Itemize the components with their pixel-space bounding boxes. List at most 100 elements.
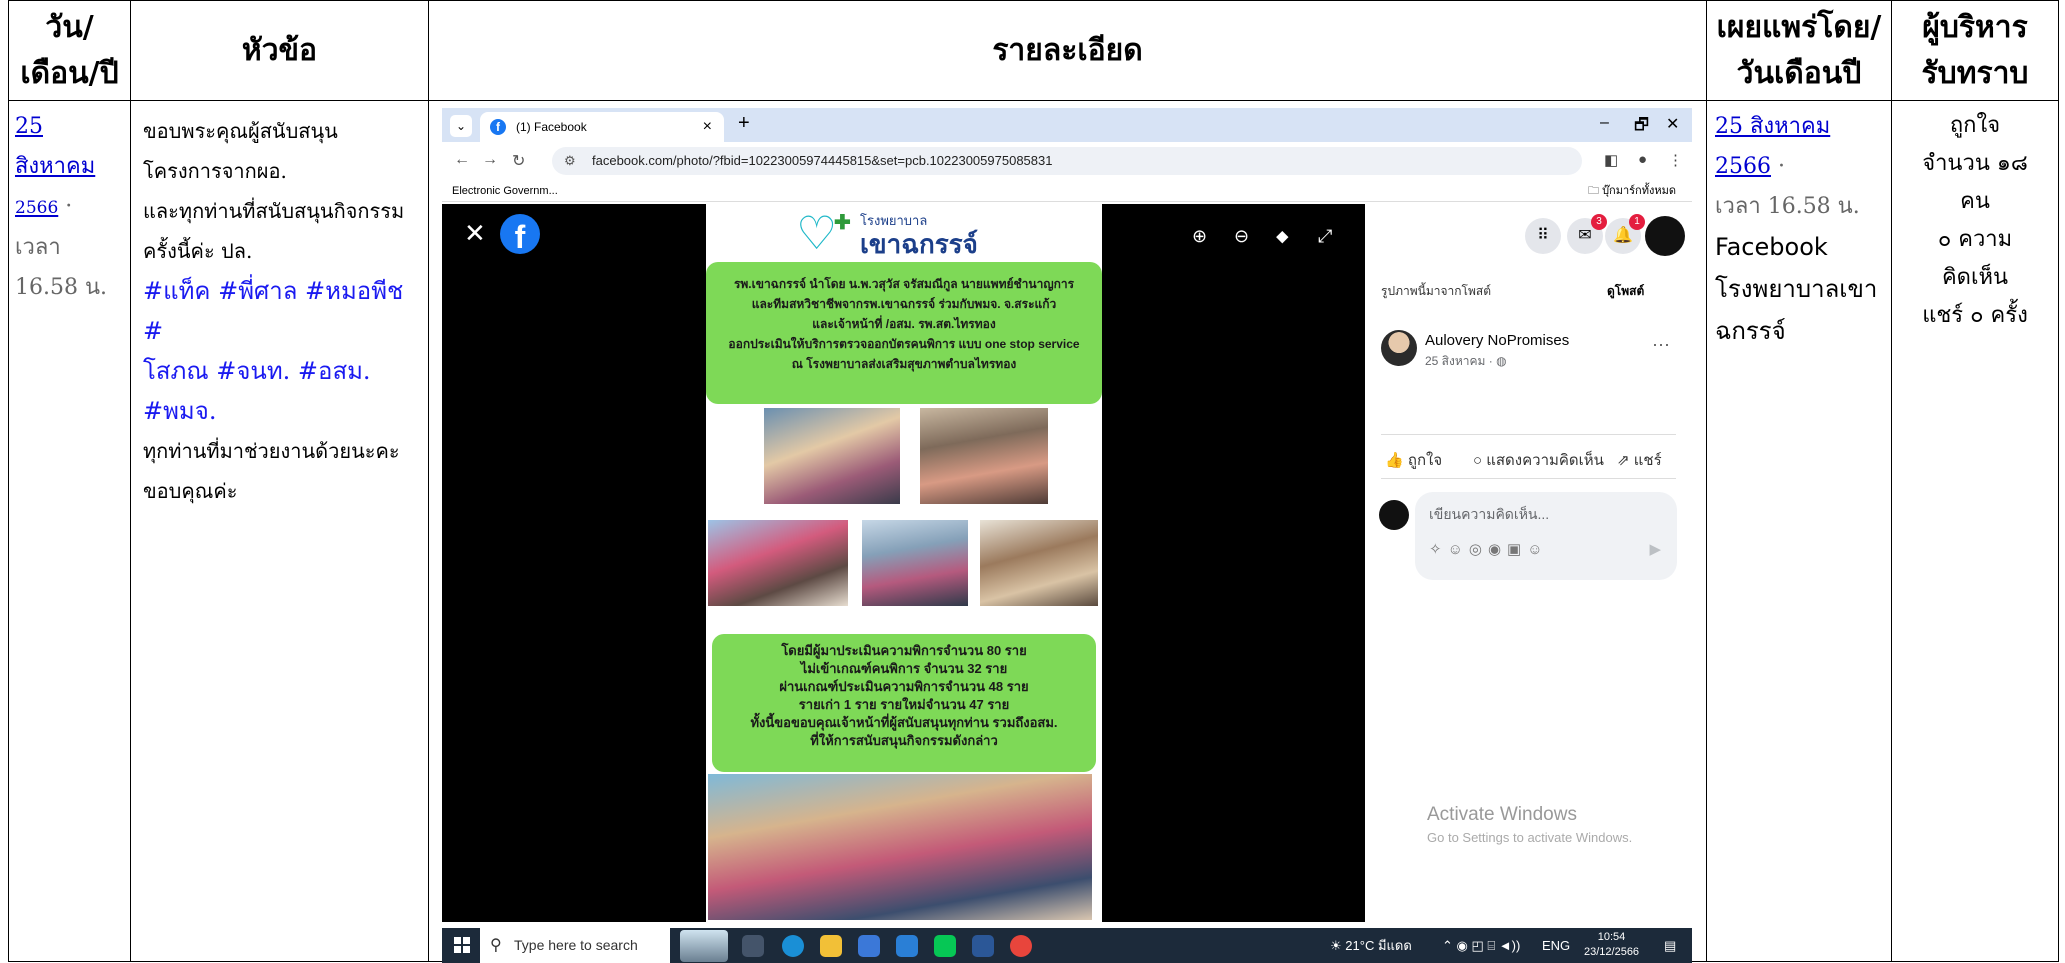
post-date[interactable]: 25 สิงหาคม · ◍ <box>1425 352 1507 371</box>
event-photo <box>762 406 902 506</box>
zoom-in-icon[interactable]: ⊕ <box>1192 226 1207 247</box>
photo-viewer: ✕ f ⊕ ⊖ ⬥ ⤢ ♡ ✚ โรงพยาบาล เขาฉกรรจ์ รพ.เ… <box>442 204 1365 922</box>
url-field[interactable]: ⚙ facebook.com/photo/?fbid=1022300597444… <box>552 147 1582 175</box>
minimize-button[interactable]: – <box>1600 114 1609 132</box>
comment-button[interactable]: ○ แสดงความคิดเห็น <box>1473 448 1604 472</box>
tab-title: (1) Facebook <box>516 120 587 134</box>
acknowledged-cell: ถูกใจ จำนวน ๑๘ คน ๐ ความ คิดเห็น แชร์ ๐ … <box>1891 100 2059 962</box>
apps-grid-icon[interactable]: ⠿ <box>1525 218 1561 254</box>
date-link[interactable]: 25 สิงหาคม 2566 <box>15 114 95 219</box>
emoji-icons[interactable]: ✧☺◎◉▣☺ <box>1429 540 1549 558</box>
zoom-out-icon[interactable]: ⊖ <box>1234 226 1249 247</box>
search-icon: ⚲ <box>490 937 502 954</box>
back-icon[interactable]: ← <box>454 151 470 169</box>
event-photo <box>860 518 970 608</box>
hospital-logo: ♡ ✚ โรงพยาบาล เขาฉกรรจ์ <box>796 207 978 259</box>
forward-icon[interactable]: → <box>482 151 498 169</box>
store-icon[interactable] <box>858 935 880 957</box>
tab-close-icon[interactable]: × <box>703 112 712 142</box>
post-sidebar: ⠿ ✉ 3 🔔 1 รูปภาพนี้มาจากโพสต์ ดูโพสต์ Aulo… <box>1365 204 1692 922</box>
report-table: วัน/เดือน/ปี หัวข้อ รายละเอียด เผยแพร่โด… <box>8 0 2059 963</box>
windows-start-icon[interactable] <box>454 937 470 953</box>
close-icon[interactable]: ✕ <box>464 218 486 249</box>
comment-input[interactable]: เขียนความคิดเห็น... ✧☺◎◉▣☺ ▶ <box>1415 492 1677 580</box>
sidebar-icon[interactable]: ◧ <box>1604 151 1618 169</box>
tag-icon[interactable]: ⬥ <box>1276 226 1289 247</box>
language-indicator[interactable]: ENG <box>1542 928 1570 963</box>
search-highlight-image[interactable] <box>680 930 728 962</box>
published-page: โรงพยาบาลเขา <box>1715 275 1878 303</box>
published-date-link[interactable]: 25 สิงหาคม 2566 <box>1715 114 1830 179</box>
reload-icon[interactable]: ↻ <box>512 151 525 171</box>
close-window-button[interactable]: ✕ <box>1666 114 1679 134</box>
maximize-button[interactable]: 🗗 <box>1634 114 1649 141</box>
weather-widget[interactable]: ☀ 21°C มีแดด <box>1330 928 1412 963</box>
avatar[interactable] <box>1645 216 1685 256</box>
poster-stats-box: โดยมีผู้มาประเมินความพิการจำนวน 80 ราย ไ… <box>712 634 1096 772</box>
line-icon[interactable] <box>934 935 956 957</box>
bookmark-item[interactable]: Electronic Governm... <box>452 180 558 202</box>
mail-icon[interactable] <box>896 935 918 957</box>
author-avatar[interactable] <box>1381 330 1417 366</box>
menu-icon[interactable]: ⋮ <box>1668 151 1683 169</box>
chrome-icon[interactable] <box>1010 935 1032 957</box>
bookmarks-bar: Electronic Governm... 🗀 บุ๊กมาร์กทั้งหมด <box>442 180 1692 202</box>
header-detail: รายละเอียด <box>428 0 1707 101</box>
all-bookmarks[interactable]: 🗀 บุ๊กมาร์กทั้งหมด <box>1588 180 1676 202</box>
taskbar-clock[interactable]: 10:54 23/12/2566 <box>1584 930 1639 960</box>
header-date: วัน/เดือน/ปี <box>8 0 131 101</box>
detail-cell: ⌄ f (1) Facebook × + – 🗗 ✕ ← → ↻ ⚙ faceb… <box>428 100 1707 963</box>
event-photo <box>978 518 1100 608</box>
shares-count: แชร์ ๐ ครั้ง <box>1922 303 2028 328</box>
header-published: เผยแพร่โดย/วันเดือนปี <box>1706 0 1892 101</box>
new-tab-button[interactable]: + <box>738 112 750 135</box>
fullscreen-icon[interactable]: ⤢ <box>1318 226 1332 247</box>
activate-windows-subtitle: Go to Settings to activate Windows. <box>1427 830 1633 845</box>
date-dot: · <box>65 194 73 219</box>
profile-icon[interactable]: ● <box>1638 151 1647 168</box>
topic-line: ทุกท่านที่มาช่วยงานด้วยนะคะ <box>143 439 400 463</box>
facebook-screenshot: ⌄ f (1) Facebook × + – 🗗 ✕ ← → ↻ ⚙ faceb… <box>442 108 1692 963</box>
header-row: วัน/เดือน/ปี หัวข้อ รายละเอียด เผยแพร่โด… <box>8 0 2059 101</box>
edge-icon[interactable] <box>782 935 804 957</box>
tab-list-button[interactable]: ⌄ <box>450 115 472 137</box>
event-photo <box>706 772 1094 922</box>
cross-icon: ✚ <box>834 212 851 234</box>
table-row: 25 สิงหาคม 2566 · เวลา 16.58 น. ขอบพระคุณ… <box>8 100 2059 963</box>
notifications-icon[interactable]: 🔔 1 <box>1605 214 1645 254</box>
word-icon[interactable] <box>972 935 994 957</box>
view-post-link[interactable]: ดูโพสต์ <box>1607 282 1644 301</box>
messenger-icon[interactable]: ✉ 3 <box>1567 214 1607 254</box>
file-explorer-icon[interactable] <box>820 935 842 957</box>
from-post-label: รูปภาพนี้มาจากโพสต์ <box>1381 284 1491 298</box>
more-options-icon[interactable]: ··· <box>1652 334 1670 355</box>
divider <box>1381 478 1676 479</box>
task-view-icon[interactable] <box>742 935 764 957</box>
comments-label: คิดเห็น <box>1941 265 2009 290</box>
author-name[interactable]: Aulovery NoPromises <box>1425 332 1569 349</box>
facebook-logo-icon[interactable]: f <box>500 214 540 255</box>
likes-unit: คน <box>1960 189 1990 214</box>
tray-icons[interactable]: ⌃ ◉ ◰ ⌸ ◄)) <box>1442 928 1520 963</box>
topic-line: ครั้งนี้ค่ะ ปล. <box>143 239 253 263</box>
send-icon[interactable]: ▶ <box>1649 540 1661 558</box>
poster-intro-box: รพ.เขาฉกรรจ์ นำโดย น.พ.วสุวัส จรัสมณีกูล… <box>706 262 1102 404</box>
header-acknowledged: ผู้บริหาร รับทราบ <box>1891 0 2059 101</box>
commenter-avatar <box>1379 500 1409 530</box>
divider <box>1381 434 1676 435</box>
share-button[interactable]: ⇗ แชร์ <box>1617 448 1662 472</box>
likes-label: ถูกใจ <box>1949 113 2001 138</box>
site-settings-icon[interactable]: ⚙ <box>564 147 576 175</box>
facebook-favicon-icon: f <box>490 119 506 135</box>
hashtags-line: #แท็ค #พี่ศาล #หมอพีช # <box>143 277 404 345</box>
browser-tab[interactable]: f (1) Facebook × <box>480 112 724 142</box>
event-photo <box>706 518 850 608</box>
like-button[interactable]: 👍 ถูกใจ <box>1385 448 1442 472</box>
published-platform: Facebook <box>1715 233 1828 261</box>
likes-count: จำนวน ๑๘ <box>1922 151 2028 176</box>
taskbar-search[interactable]: ⚲ Type here to search <box>480 928 670 963</box>
hashtags-line: โสภณ #จนท. #อสม. #พมจ. <box>143 357 371 425</box>
header-topic: หัวข้อ <box>130 0 429 101</box>
activate-windows-title: Activate Windows <box>1427 804 1577 825</box>
notification-center-icon[interactable]: ▤ <box>1664 928 1676 963</box>
